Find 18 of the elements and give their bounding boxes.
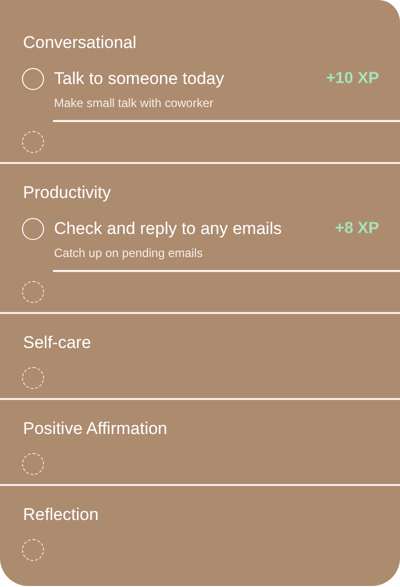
category-heading: Self-care [22,333,92,353]
category-heading: Reflection [22,505,100,525]
task-description: Make small talk with coworker [54,95,214,111]
new-task-circle[interactable] [22,539,44,561]
new-task-circle[interactable] [22,367,44,389]
new-task-circle[interactable] [22,453,44,475]
xp-reward: +10 XP [326,69,379,89]
new-task-circle[interactable] [22,131,44,153]
task-description: Catch up on pending emails [54,245,204,261]
task-title: Check and reply to any emails [54,218,283,240]
category-heading: Positive Affirmation [22,419,168,439]
task-checkbox[interactable] [22,218,44,240]
task-checkbox[interactable] [22,68,44,90]
category-heading: Productivity [22,183,112,203]
new-task-circle[interactable] [22,281,44,303]
xp-reward: +8 XP [334,219,379,239]
task-title: Talk to someone today [54,68,226,90]
category-heading: Conversational [22,33,138,53]
